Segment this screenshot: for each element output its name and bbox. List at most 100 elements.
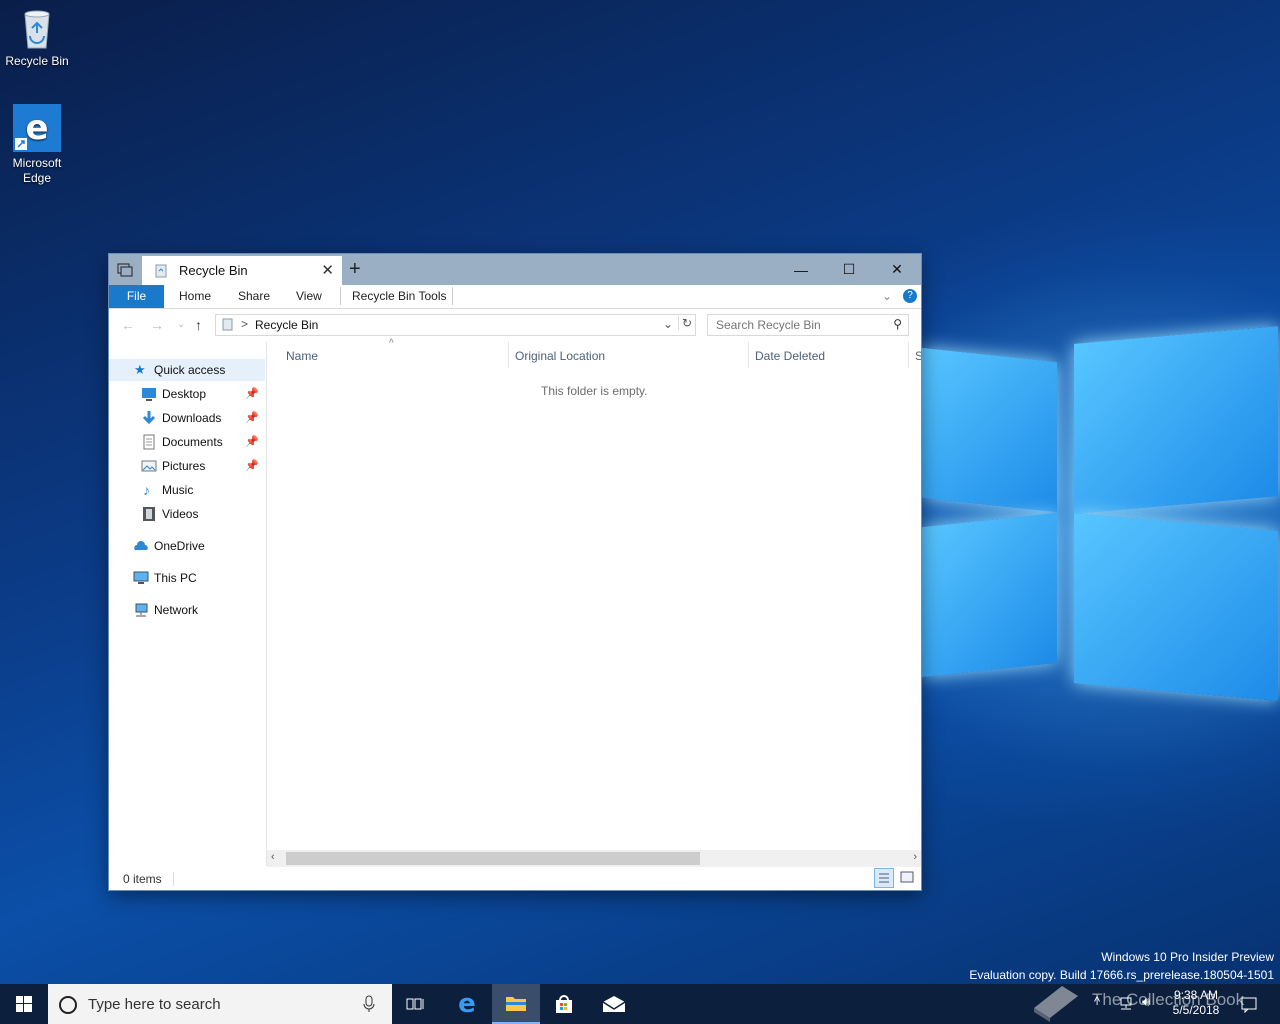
ribbon-tabs: File Home Share View Recycle Bin Tools ⌄… [109, 285, 921, 309]
nav-label: Quick access [154, 363, 226, 377]
breadcrumb-recycle-bin[interactable]: Recycle Bin [255, 318, 318, 332]
cloud-icon [134, 541, 148, 550]
tab-close-icon[interactable]: ✕ [321, 261, 334, 279]
folder-icon [506, 997, 526, 1011]
nav-label: Videos [162, 507, 199, 521]
task-view-icon [406, 998, 424, 1010]
minimize-button[interactable]: — [777, 254, 825, 285]
search-icon[interactable]: ⚲ [893, 317, 902, 331]
ribbon-separator [452, 287, 453, 305]
column-header-name[interactable]: Name [286, 349, 318, 363]
pin-icon: 📌 [245, 436, 259, 448]
nav-item-network[interactable]: Network [109, 599, 265, 621]
music-note-icon: ♪ [143, 482, 150, 498]
expand-ribbon-chevron-icon[interactable]: ⌄ [882, 285, 892, 308]
nav-item-videos[interactable]: Videos [109, 503, 265, 525]
column-header-original-location[interactable]: Original Location [515, 349, 605, 363]
back-arrow-icon[interactable]: ← [121, 317, 135, 333]
refresh-icon[interactable]: ↻ [677, 316, 692, 330]
scrollbar-thumb[interactable] [286, 852, 700, 865]
task-view-button[interactable] [392, 984, 440, 1024]
horizontal-scrollbar[interactable]: ‹ › [267, 850, 921, 867]
taskbar-mail-button[interactable] [590, 984, 638, 1024]
forward-arrow-icon[interactable]: → [150, 317, 164, 333]
navigation-pane: ★ Quick access Desktop 📌 Downloads 📌 Doc… [109, 342, 267, 866]
ribbon-tab-recycle-bin-tools[interactable]: Recycle Bin Tools [352, 285, 447, 308]
desktop-icon [142, 388, 156, 401]
download-arrow-icon [142, 411, 156, 425]
nav-item-documents[interactable]: Documents 📌 [109, 431, 265, 453]
nav-item-this-pc[interactable]: This PC [109, 567, 265, 589]
recycle-bin-icon [222, 318, 233, 331]
file-explorer-window: Recycle Bin ✕ + — ☐ ✕ File Home Share Vi… [109, 254, 921, 890]
taskbar-search-placeholder: Type here to search [88, 996, 221, 1013]
taskbar-search-box[interactable]: Type here to search [48, 984, 392, 1024]
taskbar-edge-button[interactable]: e [443, 984, 491, 1024]
store-bag-icon [556, 995, 572, 1013]
column-header-date-deleted[interactable]: Date Deleted [755, 349, 825, 363]
nav-item-downloads[interactable]: Downloads 📌 [109, 407, 265, 429]
edge-icon: e [458, 989, 476, 1019]
nav-item-quick-access[interactable]: ★ Quick access [109, 359, 265, 381]
star-icon: ★ [134, 362, 146, 377]
collection-book-watermark: The Collection Book [1028, 978, 1278, 1024]
address-dropdown-chevron-icon[interactable]: ⌄ [663, 317, 673, 331]
nav-item-desktop[interactable]: Desktop 📌 [109, 383, 265, 405]
column-separator [748, 342, 749, 368]
nav-label: Documents [162, 435, 223, 449]
cortana-circle-icon [59, 996, 77, 1014]
maximize-button[interactable]: ☐ [825, 254, 873, 285]
search-input[interactable] [714, 317, 878, 333]
ribbon-tab-file[interactable]: File [109, 285, 164, 308]
column-separator [508, 342, 509, 368]
start-button[interactable] [0, 984, 48, 1024]
recycle-bin-icon [155, 264, 167, 278]
nav-item-pictures[interactable]: Pictures 📌 [109, 455, 265, 477]
large-icons-view-icon [900, 871, 914, 883]
scroll-left-arrow-icon[interactable]: ‹ [271, 851, 275, 863]
desktop-icon-microsoft-edge[interactable]: e Microsoft Edge [0, 104, 74, 186]
new-tab-button[interactable]: + [349, 258, 361, 281]
nav-label: Pictures [162, 459, 206, 473]
ribbon-tab-home[interactable]: Home [179, 285, 211, 308]
column-separator [908, 342, 909, 368]
title-bar: Recycle Bin ✕ + — ☐ ✕ [109, 254, 921, 285]
nav-label: Desktop [162, 387, 207, 401]
taskbar: Type here to search e ^ 🔊︎ 9:38 AM 5/5/2… [0, 984, 1280, 1024]
details-view-button[interactable] [874, 868, 894, 888]
task-view-tabs-button[interactable] [109, 254, 141, 285]
close-button[interactable]: ✕ [873, 254, 921, 285]
column-header-size[interactable]: S [915, 349, 921, 363]
taskbar-store-button[interactable] [540, 984, 588, 1024]
recycle-bin-icon [16, 8, 58, 50]
nav-label: OneDrive [154, 539, 205, 553]
tab-recycle-bin[interactable]: Recycle Bin ✕ [142, 256, 342, 285]
windows-wallpaper-logo [922, 326, 1280, 701]
taskbar-file-explorer-button[interactable] [492, 984, 540, 1024]
search-box[interactable]: ⚲ [707, 314, 909, 336]
microphone-icon[interactable] [362, 995, 376, 1013]
scroll-right-arrow-icon[interactable]: › [913, 851, 917, 863]
ribbon-tab-share[interactable]: Share [238, 285, 270, 308]
nav-item-music[interactable]: ♪ Music [109, 479, 265, 501]
recent-locations-chevron-icon[interactable]: ⌄ [177, 319, 185, 330]
address-bar-row: ← → ⌄ ↑ > Recycle Bin ⌄ ↻ ⚲ [109, 309, 921, 341]
nav-item-onedrive[interactable]: OneDrive [109, 535, 265, 557]
address-bar[interactable]: > Recycle Bin ⌄ ↻ [215, 314, 696, 336]
details-view-icon [879, 873, 889, 883]
document-icon [143, 434, 155, 450]
help-icon[interactable]: ? [903, 289, 917, 303]
nav-label: Music [162, 483, 194, 497]
large-icons-view-button[interactable] [898, 868, 918, 888]
status-bar: 0 items [109, 867, 921, 890]
pin-icon: 📌 [245, 412, 259, 424]
desktop-icon-recycle-bin[interactable]: Recycle Bin [0, 8, 74, 69]
ribbon-tab-view[interactable]: View [296, 285, 322, 308]
desktop-icon-label: Recycle Bin [5, 54, 69, 68]
status-separator [173, 872, 174, 886]
film-icon [143, 507, 155, 521]
empty-folder-message: This folder is empty. [541, 384, 648, 398]
up-arrow-icon[interactable]: ↑ [195, 317, 202, 333]
network-icon [135, 603, 148, 617]
book-logo-icon [1034, 986, 1078, 1022]
